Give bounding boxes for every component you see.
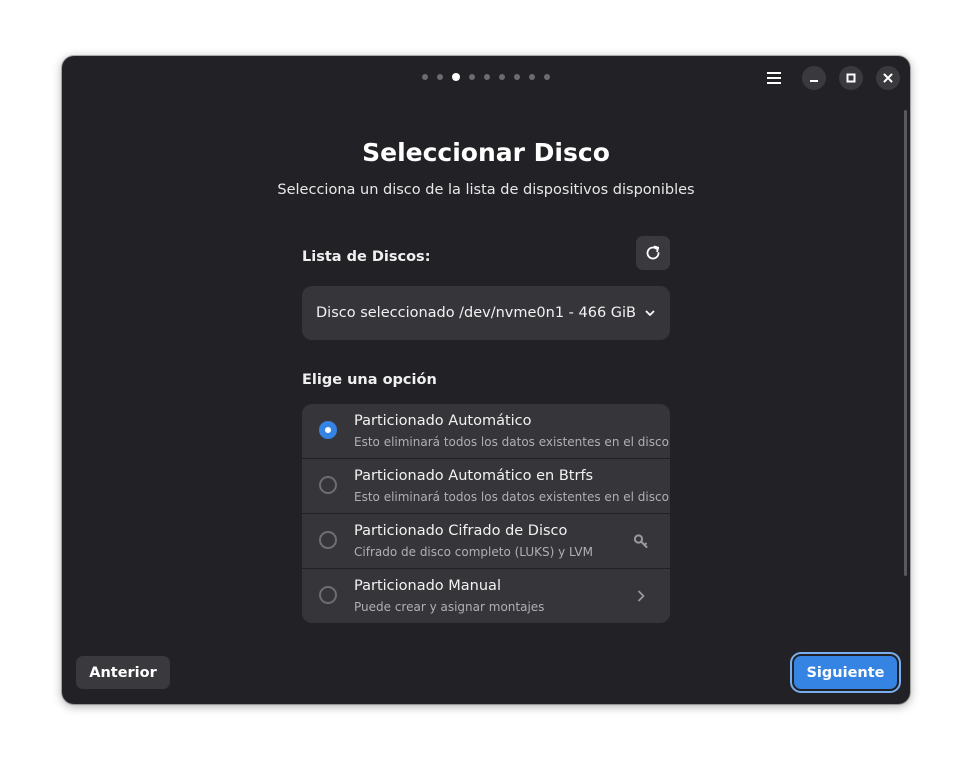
option-title: Particionado Cifrado de Disco — [354, 523, 568, 539]
close-button[interactable] — [876, 66, 900, 90]
step-dot — [469, 74, 475, 80]
previous-button[interactable]: Anterior — [76, 656, 170, 689]
key-icon — [632, 532, 650, 550]
option-description: Puede crear y asignar montajes — [354, 600, 545, 614]
refresh-icon — [646, 245, 660, 260]
disk-selector-label: Disco seleccionado — [316, 305, 455, 321]
refresh-button[interactable] — [636, 236, 670, 270]
step-dot-active — [452, 73, 460, 81]
option-manual[interactable]: Particionado Manual Puede crear y asigna… — [302, 569, 670, 623]
minimize-icon — [810, 80, 818, 82]
option-title: Particionado Manual — [354, 578, 501, 594]
chevron-right-icon — [632, 587, 650, 605]
option-encrypted[interactable]: Particionado Cifrado de Disco Cifrado de… — [302, 514, 670, 569]
step-dot — [484, 74, 490, 80]
option-description: Cifrado de disco completo (LUKS) y LVM — [354, 545, 593, 559]
page-title: Seleccionar Disco — [362, 138, 610, 167]
option-description: Esto eliminará todos los datos existente… — [354, 435, 669, 449]
partition-options-list: Particionado Automático Esto eliminará t… — [302, 404, 670, 623]
disk-list-label: Lista de Discos: — [302, 249, 431, 265]
chevron-down-icon — [644, 307, 656, 319]
step-dot — [544, 74, 550, 80]
option-title: Particionado Automático — [354, 413, 532, 429]
page-subtitle: Selecciona un disco de la lista de dispo… — [277, 182, 695, 198]
step-dot — [499, 74, 505, 80]
step-dot — [514, 74, 520, 80]
step-dot — [529, 74, 535, 80]
main-menu-button[interactable] — [762, 66, 786, 90]
disk-selector-value: /dev/nvme0n1 - 466 GiB — [459, 305, 636, 321]
close-icon — [883, 73, 893, 83]
installer-window: Seleccionar Disco Selecciona un disco de… — [62, 56, 910, 704]
scrollbar[interactable] — [904, 110, 907, 576]
hamburger-menu-icon — [767, 72, 781, 84]
radio-button[interactable] — [319, 531, 337, 549]
step-dot — [437, 74, 443, 80]
maximize-icon — [846, 73, 856, 83]
step-dot — [422, 74, 428, 80]
options-label: Elige una opción — [302, 372, 437, 388]
minimize-button[interactable] — [802, 66, 826, 90]
option-title: Particionado Automático en Btrfs — [354, 468, 594, 484]
next-button[interactable]: Siguiente — [794, 656, 897, 689]
radio-button[interactable] — [319, 586, 337, 604]
radio-button-checked[interactable] — [319, 421, 337, 439]
option-auto[interactable]: Particionado Automático Esto eliminará t… — [302, 404, 670, 459]
maximize-button[interactable] — [839, 66, 863, 90]
option-description: Esto eliminará todos los datos existente… — [354, 490, 669, 504]
disk-selector[interactable]: Disco seleccionado /dev/nvme0n1 - 466 Gi… — [302, 286, 670, 340]
radio-button[interactable] — [319, 476, 337, 494]
option-auto-btrfs[interactable]: Particionado Automático en Btrfs Esto el… — [302, 459, 670, 514]
